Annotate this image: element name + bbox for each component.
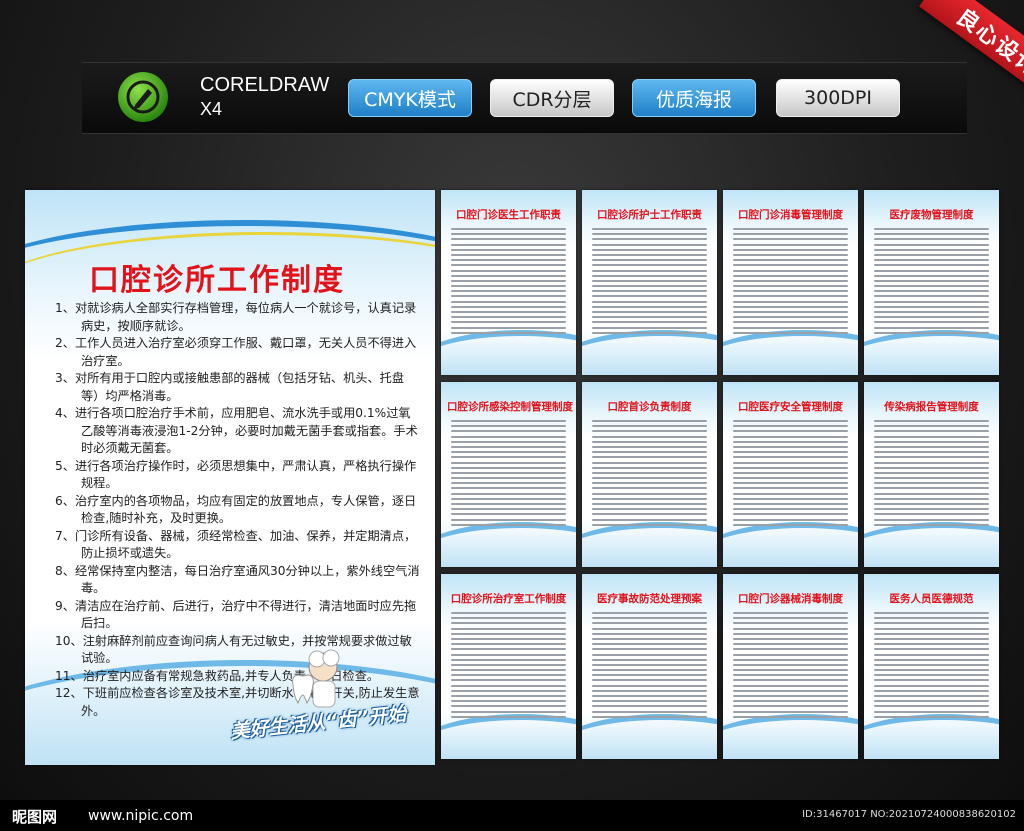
poster-title: 口腔诊所治疗室工作制度: [450, 593, 567, 605]
tag-quality: 优质海报: [632, 79, 756, 117]
main-poster: 口腔诊所工作制度 1、对就诊病人全部实行存档管理，每位病人一个就诊号，认真记录病…: [25, 190, 435, 765]
tag-cdr: CDR分层: [490, 79, 614, 117]
poster-instrument-disinfection: 口腔门诊器械消毒制度: [723, 574, 858, 759]
rule-item: 10、注射麻醉剂前应查询问病人有无过敏史，并按常规要求做过敏试验。: [55, 633, 412, 666]
poster-title: 传染病报告管理制度: [884, 401, 979, 413]
corner-ribbon: 良心设计: [874, 0, 1024, 110]
software-version: X4: [200, 99, 223, 119]
footer-logo: 昵图网: [12, 808, 58, 826]
poster-safety: 口腔医疗安全管理制度: [723, 382, 858, 567]
poster-title: 口腔首诊负责制度: [607, 401, 692, 413]
rule-item: 6、治疗室内的各项物品，均应有固定的放置地点，专人保管，逐日检查,随时补充，及时…: [55, 493, 417, 526]
poster-first-visit: 口腔首诊负责制度: [582, 382, 717, 567]
rule-item: 7、门诊所有设备、器械，须经常检查、加油、保养，并定期清点，防止损坏或遗失。: [55, 528, 417, 561]
software-name: CORELDRAW: [200, 74, 330, 96]
poster-disinfection: 口腔门诊消毒管理制度: [723, 190, 858, 375]
footer-id: ID:31467017 NO:20210724000838620102: [802, 809, 1016, 820]
rules-list: 1、对就诊病人全部实行存档管理，每位病人一个就诊号，认真记录病史，按顺序就诊。 …: [55, 300, 420, 720]
poster-title: 医务人员医德规范: [889, 593, 974, 605]
footer-url[interactable]: www.nipic.com: [88, 808, 193, 824]
rule-item: 8、经常保持室内整洁，每日治疗室通风30分钟以上，紫外线空气消毒。: [55, 563, 420, 596]
poster-infection-control: 口腔诊所感染控制管理制度: [441, 382, 576, 567]
poster-nurse-duties: 口腔诊所护士工作职责: [582, 190, 717, 375]
poster-title: 医疗事故防范处理预案: [597, 593, 702, 605]
rule-item: 2、工作人员进入治疗室必须穿工作服、戴口罩，无关人员不得进入治疗室。: [55, 336, 417, 368]
ribbon-label: 良心设计: [919, 0, 1024, 107]
poster-treatment-room: 口腔诊所治疗室工作制度: [441, 574, 576, 759]
coreldraw-logo-icon: [118, 72, 168, 122]
poster-title: 口腔诊所感染控制管理制度: [447, 401, 573, 413]
rule-item: 1、对就诊病人全部实行存档管理，每位病人一个就诊号，认真记录病史，按顺序就诊。: [55, 301, 417, 333]
tag-cmyk: CMYK模式: [348, 79, 472, 117]
rule-item: 4、进行各项口腔治疗手术前，应用肥皂、流水洗手或用0.1%过氧乙酸等消毒液浸泡1…: [55, 406, 418, 455]
poster-title: 医疗废物管理制度: [889, 209, 974, 221]
rule-item: 9、清洁应在治疗前、后进行，治疗中不得进行，清洁地面时应先拖后扫。: [55, 598, 417, 631]
poster-accident-plan: 医疗事故防范处理预案: [582, 574, 717, 759]
poster-title: 口腔门诊医生工作职责: [456, 209, 561, 221]
poster-medical-waste: 医疗废物管理制度: [864, 190, 999, 375]
rule-item: 3、对所有用于口腔内或接触患部的器械（包括牙钻、机头、托盘等）均严格消毒。: [55, 371, 405, 403]
poster-title: 口腔门诊器械消毒制度: [738, 593, 843, 605]
poster-title: 口腔医疗安全管理制度: [738, 401, 843, 413]
poster-infectious-disease: 传染病报告管理制度: [864, 382, 999, 567]
poster-title: 口腔诊所工作制度: [89, 263, 345, 298]
poster-doctor-duties: 口腔门诊医生工作职责: [441, 190, 576, 375]
rule-item: 11、治疗室内应备有常规急救药品,并专人负责，每日检查。: [55, 668, 380, 683]
poster-title: 口腔诊所护士工作职责: [597, 209, 702, 221]
poster-ethics: 医务人员医德规范: [864, 574, 999, 759]
poster-title: 口腔门诊消毒管理制度: [738, 209, 843, 221]
rule-item: 5、进行各项治疗操作时，必须思想集中，严肃认真，严格执行操作规程。: [55, 458, 417, 491]
